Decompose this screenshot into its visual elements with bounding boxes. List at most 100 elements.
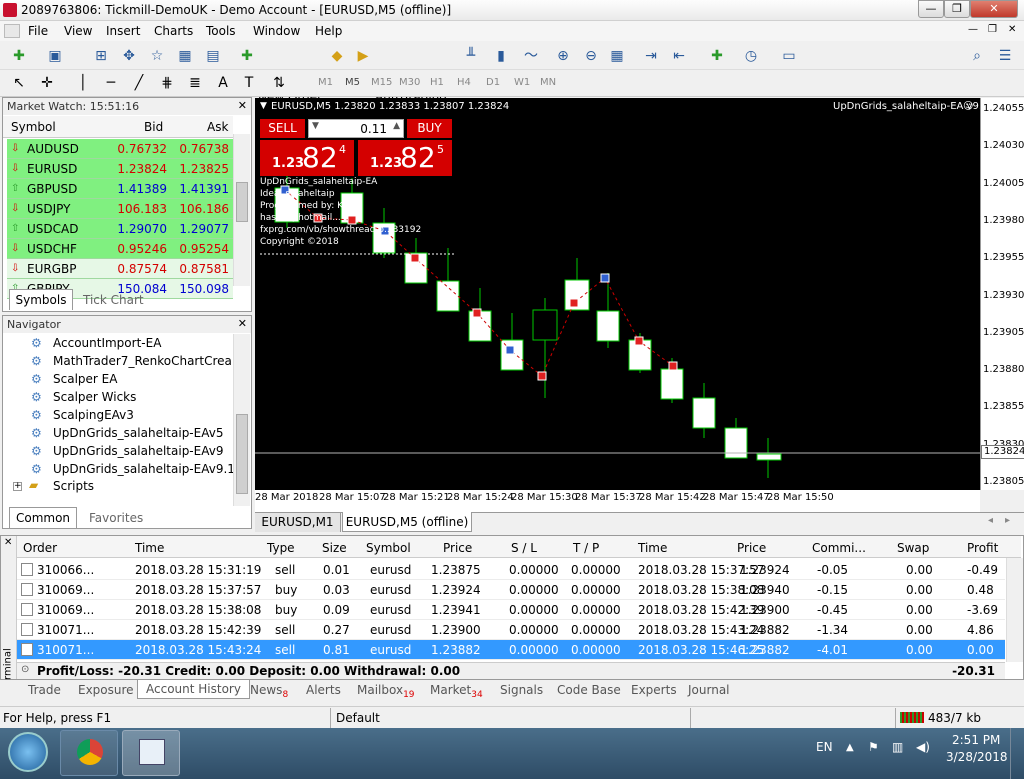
market-watch-row-usdjpy[interactable]: ⇩ USDJPY 106.183 106.186: [7, 199, 233, 219]
column-header[interactable]: Time: [638, 541, 667, 555]
column-header[interactable]: Price: [737, 541, 766, 555]
periods-icon[interactable]: ◷: [740, 46, 762, 66]
timeframe-mn[interactable]: MN: [540, 77, 556, 88]
lot-increase-icon[interactable]: ▲: [393, 121, 400, 131]
column-header[interactable]: Profit: [967, 541, 998, 555]
market-watch-icon[interactable]: ⊞: [90, 46, 112, 66]
equidistant-channel-icon[interactable]: ⋕: [156, 73, 178, 93]
text-label-icon[interactable]: T: [238, 73, 260, 93]
terminal-tab-news[interactable]: News8: [250, 683, 288, 700]
col-symbol[interactable]: Symbol: [11, 120, 56, 134]
profile-name[interactable]: Default: [336, 711, 380, 725]
timeframe-d1[interactable]: D1: [486, 77, 500, 88]
taskbar-metatrader[interactable]: [122, 730, 180, 776]
metaeditor-icon[interactable]: ◆: [326, 46, 348, 66]
chart-tab-eurusd-m1[interactable]: EURUSD,M1: [255, 513, 341, 532]
market-watch-close-icon[interactable]: ✕: [238, 99, 247, 112]
buy-price-box[interactable]: 1.23 82 5: [358, 140, 452, 176]
terminal-tab-market[interactable]: Market34: [430, 683, 483, 700]
menu-file[interactable]: File: [28, 24, 48, 38]
scrollbar-thumb[interactable]: [236, 414, 248, 494]
text-icon[interactable]: A: [212, 73, 234, 93]
column-header[interactable]: Size: [322, 541, 347, 555]
terminal-tab-trade[interactable]: Trade: [28, 683, 61, 697]
candlestick-icon[interactable]: ▮: [490, 46, 512, 66]
lot-decrease-icon[interactable]: ▼: [312, 121, 319, 131]
terminal-tab-alerts[interactable]: Alerts: [306, 683, 341, 697]
bar-chart-icon[interactable]: ╨: [460, 46, 482, 66]
terminal-tab-account-history[interactable]: Account History: [137, 680, 250, 699]
line-chart-icon[interactable]: 〜: [520, 46, 542, 66]
navigator-item[interactable]: ⚙ Scalper EA: [31, 372, 117, 386]
child-window-icon[interactable]: [4, 24, 20, 38]
fibonacci-icon[interactable]: ≣: [184, 73, 206, 93]
scripts-node[interactable]: Scripts: [53, 479, 94, 493]
menu-tools[interactable]: Tools: [206, 24, 236, 38]
timeframe-m5[interactable]: M5: [345, 77, 360, 88]
scrollbar-thumb[interactable]: [236, 182, 248, 222]
data-window-icon[interactable]: ✥: [118, 46, 140, 66]
timeframe-m1[interactable]: M1: [318, 77, 333, 88]
auto-scroll-icon[interactable]: ⇥: [640, 46, 662, 66]
tab-scroll-right-icon[interactable]: ▸: [1005, 515, 1010, 526]
chart-shift-icon[interactable]: ⇤: [668, 46, 690, 66]
column-header[interactable]: Type: [267, 541, 295, 555]
trendline-icon[interactable]: ╱: [128, 73, 150, 93]
market-watch-scrollbar[interactable]: [233, 134, 250, 286]
navigator-item[interactable]: ⚙ UpDnGrids_salaheltaip-EAv9.1: [31, 462, 235, 476]
arrows-icon[interactable]: ⇅: [268, 73, 290, 93]
terminal-tab-experts[interactable]: Experts: [631, 683, 677, 697]
column-header[interactable]: Order: [23, 541, 57, 555]
show-desktop-button[interactable]: [1010, 728, 1024, 779]
terminal-close-icon[interactable]: ✕: [4, 537, 12, 548]
vertical-line-icon[interactable]: │: [72, 73, 94, 93]
navigator-item[interactable]: ⚙ UpDnGrids_salaheltaip-EAv5: [31, 426, 223, 440]
timeframe-w1[interactable]: W1: [514, 77, 530, 88]
navigator-item[interactable]: ⚙ UpDnGrids_salaheltaip-EAv9: [31, 444, 223, 458]
child-minimize-button[interactable]: —: [968, 24, 978, 35]
profiles-icon[interactable]: ▣: [44, 46, 66, 66]
navigator-icon[interactable]: ☆: [146, 46, 168, 66]
child-close-button[interactable]: ✕: [1008, 24, 1016, 35]
minimize-button[interactable]: —: [918, 0, 944, 18]
col-ask[interactable]: Ask: [207, 120, 228, 134]
crosshair-icon[interactable]: ✛: [36, 73, 58, 93]
tray-expand-icon[interactable]: ▲: [846, 742, 854, 753]
column-header[interactable]: Commi...: [812, 541, 866, 555]
strategy-tester-icon[interactable]: ▤: [202, 46, 224, 66]
taskbar-chrome[interactable]: [60, 730, 118, 776]
history-row[interactable]: 310066... 2018.03.28 15:31:19 sell 0.01 euru…: [17, 560, 1005, 580]
sell-price-box[interactable]: 1.23 82 4: [260, 140, 354, 176]
menu-charts[interactable]: Charts: [154, 24, 193, 38]
column-header[interactable]: Price: [443, 541, 472, 555]
history-row[interactable]: 310069... 2018.03.28 15:38:08 buy 0.09 eurus…: [17, 600, 1005, 620]
column-header[interactable]: Time: [135, 541, 164, 555]
chart-window[interactable]: ▼ EURUSD,M5 1.23820 1.23833 1.23807 1.23…: [255, 98, 988, 490]
navigator-item[interactable]: ⚙ MathTrader7_RenkoChartCrea: [31, 354, 232, 368]
chart-tab-eurusd-m5-offline[interactable]: EURUSD,M5 (offline): [342, 512, 472, 532]
child-restore-button[interactable]: ❐: [988, 24, 997, 35]
navigator-item[interactable]: ⚙ ScalpingEAv3: [31, 408, 134, 422]
navigator-item[interactable]: ⚙ Scalper Wicks: [31, 390, 136, 404]
tab-symbols[interactable]: Symbols: [9, 289, 73, 310]
tab-scroll-left-icon[interactable]: ◂: [988, 515, 993, 526]
close-button[interactable]: ✕: [970, 0, 1018, 18]
navigator-item[interactable]: ⚙ AccountImport-EA: [31, 336, 161, 350]
language-indicator[interactable]: EN: [816, 740, 833, 754]
expand-icon[interactable]: +: [13, 482, 22, 491]
network-icon[interactable]: ▥: [892, 740, 903, 754]
column-header[interactable]: Swap: [897, 541, 929, 555]
clock-time[interactable]: 2:51 PM: [952, 733, 1000, 747]
symbol-dropdown-icon[interactable]: ▼: [260, 101, 267, 111]
market-watch-row-usdcad[interactable]: ⇧ USDCAD 1.29070 1.29077: [7, 219, 233, 239]
navigator-close-icon[interactable]: ✕: [238, 317, 247, 330]
tile-windows-icon[interactable]: ▦: [606, 46, 628, 66]
tab-favorites[interactable]: Favorites: [89, 511, 143, 525]
buy-button[interactable]: BUY: [407, 119, 452, 138]
menu-help[interactable]: Help: [315, 24, 342, 38]
timeframe-m30[interactable]: M30: [399, 77, 420, 88]
terminal-scrollbar[interactable]: [1006, 558, 1023, 662]
terminal-tab-journal[interactable]: Journal: [688, 683, 730, 697]
indicators-icon[interactable]: ✚: [706, 46, 728, 66]
connection-status-icon[interactable]: [900, 712, 924, 723]
